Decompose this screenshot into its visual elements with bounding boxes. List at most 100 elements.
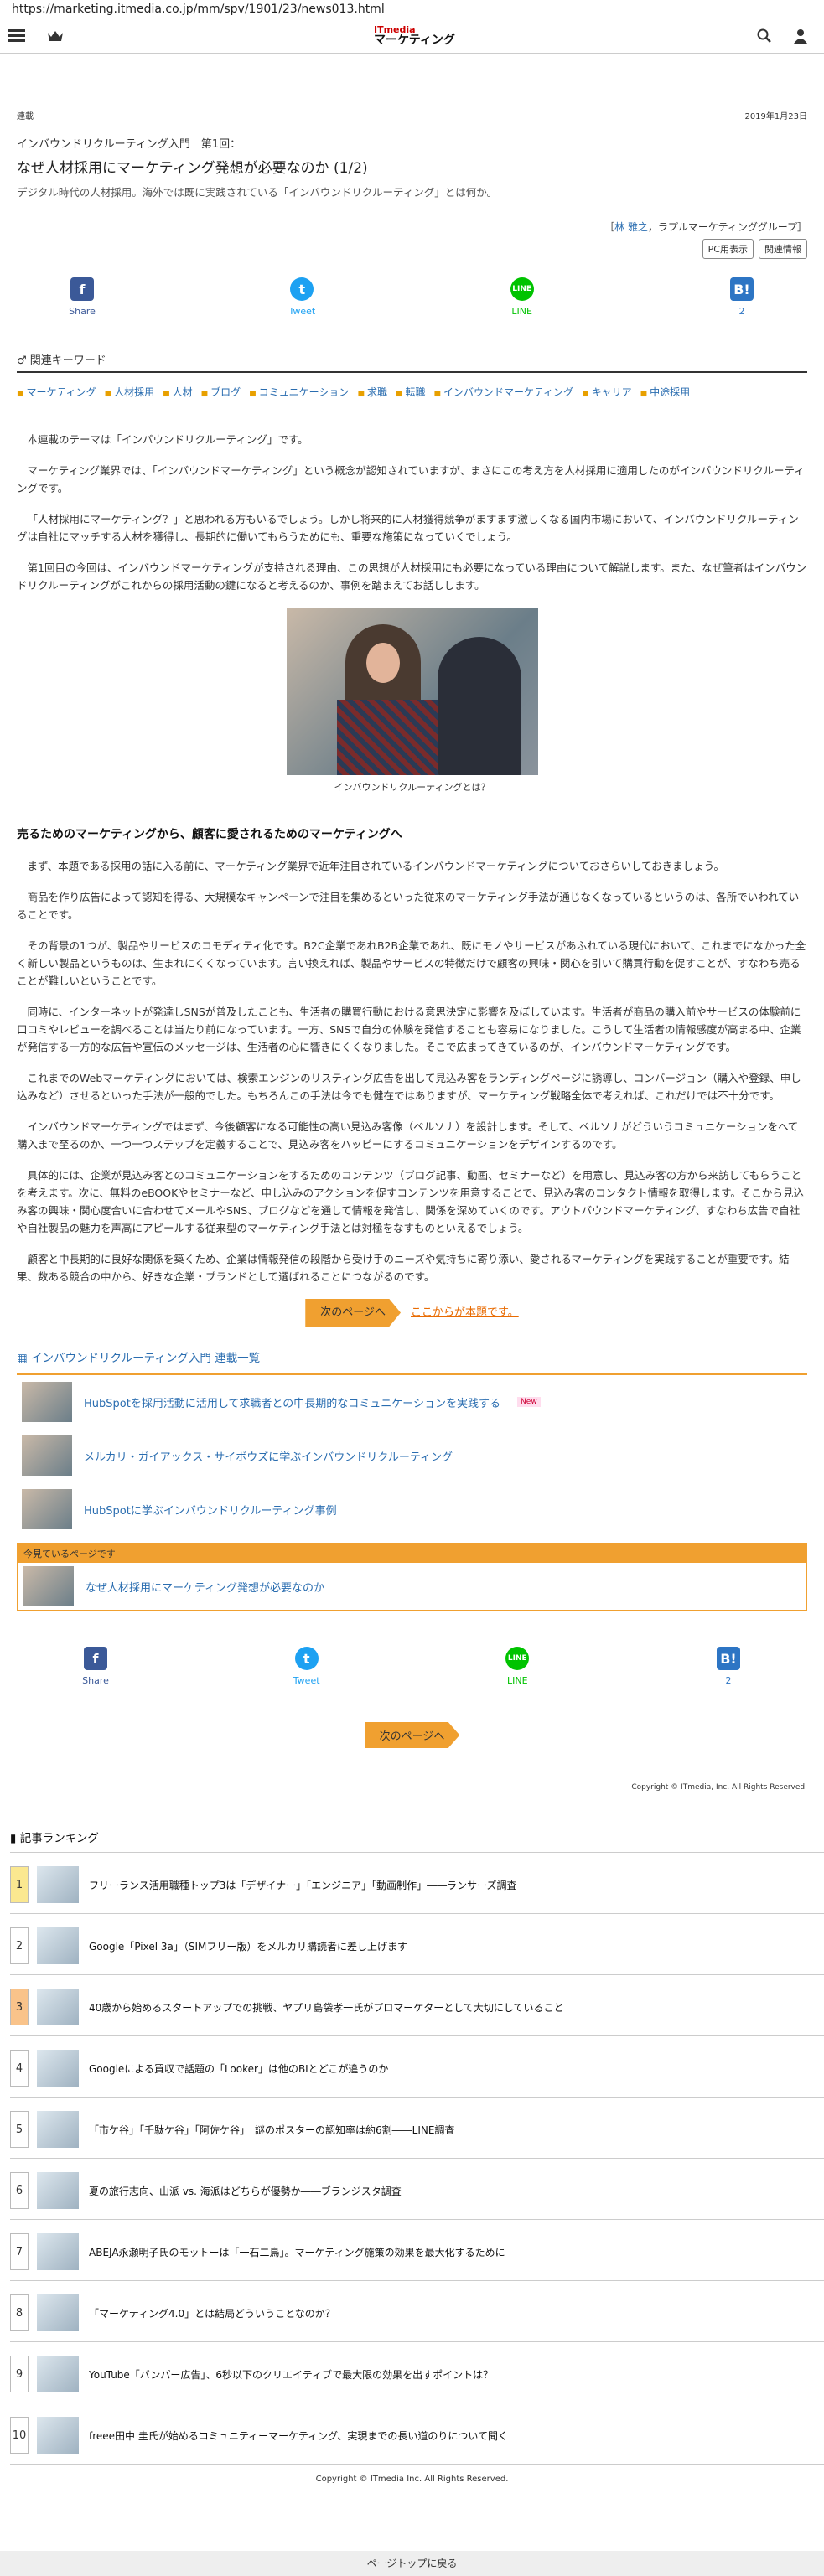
series-item[interactable]: HubSpotに学ぶインバウンドリクルーティング事例 [17, 1482, 807, 1536]
user-icon[interactable] [793, 28, 808, 47]
hatena-share[interactable]: B! 2 [712, 1647, 745, 1707]
rank-number: 8 [10, 2294, 29, 2331]
crown-icon[interactable] [47, 29, 64, 46]
facebook-share[interactable]: f Share [65, 277, 99, 338]
thumbnail [37, 2294, 79, 2331]
author-link[interactable]: 林 雅之 [614, 221, 648, 233]
pc-view-button[interactable]: PC用表示 [702, 239, 754, 259]
paragraph: インバウンドマーケティングではまず、今後顧客になる可能性の高い見込み客像（ペルソ… [17, 1120, 799, 1151]
category-label: 連載 [17, 112, 34, 122]
keyword-link[interactable]: 人材 [163, 385, 193, 399]
thumbnail [37, 1866, 79, 1903]
keyword-link[interactable]: 中途採用 [640, 385, 690, 399]
thumbnail [22, 1382, 72, 1422]
ranking-item[interactable]: 7 ABEJA永瀬明子氏のモットーは「一石二鳥」。マーケティング施策の効果を最大化… [10, 2220, 824, 2281]
facebook-share[interactable]: f Share [79, 1647, 112, 1707]
twitter-icon: t [294, 1647, 319, 1670]
current-label: 今見ているページです [18, 1544, 806, 1563]
line-share[interactable]: LINE LINE [505, 277, 539, 338]
thumbnail [23, 1566, 74, 1606]
article-subtitle: デジタル時代の人材採用。海外では既に実践されている「インバウンドリクルーティング… [17, 186, 498, 199]
hatena-icon: B! [716, 1647, 740, 1670]
keyword-link[interactable]: ブログ [201, 385, 241, 399]
line-icon: LINE [505, 1647, 530, 1670]
article-body: 本連載のテーマは「インバウンドリクルーティング」です。 マーケティング業界では、… [17, 431, 807, 1327]
ranking-item[interactable]: 5 「市ケ谷」「千駄ケ谷」「阿佐ケ谷」 謎のポスターの認知率は約6割――LINE調… [10, 2098, 824, 2159]
article-title: なぜ人材採用にマーケティング発想が必要なのか (1/2) [17, 160, 368, 177]
ranking-item[interactable]: 1 フリーランス活用職種トップ3は「デザイナー」「エンジニア」「動画制作」――ラン… [10, 1853, 824, 1914]
new-badge: New [517, 1397, 541, 1407]
hatena-share[interactable]: B! 2 [725, 277, 759, 338]
keyword-list: マーケティング 人材採用 人材 ブログ コミュニケーション 求職 転職 インバウ… [17, 385, 807, 399]
publish-date: 2019年1月23日 [744, 112, 807, 122]
next-page-button[interactable]: 次のページへ [305, 1299, 402, 1327]
rank-number: 3 [10, 1989, 29, 2025]
paragraph: マーケティング業界では、「インバウンドマーケティング」という概念が認知されていま… [17, 464, 805, 494]
series-label: インバウンドリクルーティング入門 第1回： [17, 138, 241, 151]
thumbnail [37, 2172, 79, 2209]
photo-caption: インバウンドリクルーティングとは？ [334, 782, 490, 793]
thumbnail [37, 1927, 79, 1964]
twitter-share[interactable]: t Tweet [290, 1647, 324, 1707]
thumbnail [37, 1989, 79, 2025]
ranking-item[interactable]: 6 夏の旅行志向、山派 vs. 海派はどちらが優勢か――ブランジスタ調査 [10, 2159, 824, 2220]
ranking-item[interactable]: 9 YouTube「バンパー広告」、6秒以下のクリエイティブで最大限の効果を出すポ… [10, 2342, 824, 2403]
keyword-link[interactable]: 転職 [396, 385, 425, 399]
rank-number: 5 [10, 2111, 29, 2148]
ranking-item[interactable]: 3 40歳から始めるスタートアップでの挑戦、ヤプリ島袋孝一氏がプロマーケターとして… [10, 1975, 824, 2036]
rank-number: 9 [10, 2356, 29, 2392]
paragraph: 顧客と中長期的に良好な関係を築くため、企業は情報発信の段階から受け手のニーズや気… [17, 1253, 790, 1283]
series-item[interactable]: メルカリ・ガイアックス・サイボウズに学ぶインバウンドリクルーティング [17, 1429, 807, 1482]
thumbnail [37, 2356, 79, 2392]
list-icon: ▦ [17, 1352, 32, 1365]
series-item[interactable]: HubSpotを採用活動に活用して求職者との中長期的なコミュニケーションを実践す… [17, 1375, 807, 1429]
next-page-button-bottom[interactable]: 次のページへ [364, 1722, 460, 1748]
paragraph: 「人材採用にマーケティング？」と思われる方もいるでしょう。しかし将来的に人材獲得… [17, 513, 799, 543]
search-icon[interactable] [757, 28, 772, 47]
keyword-link[interactable]: インバウンドマーケティング [434, 385, 573, 399]
series-list: ▦ インバウンドリクルーティング入門 連載一覧 HubSpotを採用活動に活用し… [17, 1348, 807, 1611]
ranking-item[interactable]: 4 Googleによる買収で話題の「Looker」は他のBIとどこが違うのか [10, 2036, 824, 2098]
ranking-item[interactable]: 8 「マーケティング4.0」とは結局どういうことなのか？ [10, 2281, 824, 2342]
twitter-share[interactable]: t Tweet [285, 277, 319, 338]
next-page-link[interactable]: ここからが本題です。 [411, 1304, 519, 1322]
share-bar-bottom: f Share t Tweet LINE LINE B! 2 [0, 1647, 824, 1707]
site-logo[interactable]: ITmedia マーケティング [374, 25, 455, 46]
thumbnail [22, 1489, 72, 1529]
thumbnail [37, 2050, 79, 2087]
author-line: ［林 雅之，ラプルマーケティンググループ］ [604, 221, 807, 233]
rank-number: 1 [10, 1866, 29, 1903]
keyword-link[interactable]: 人材採用 [105, 385, 154, 399]
thumbnail [37, 2233, 79, 2270]
tag-icon: ♂ [17, 354, 30, 367]
share-bar: f Share t Tweet LINE LINE B! 2 [0, 277, 824, 338]
thumbnail [37, 2111, 79, 2148]
paragraph: 具体的には、企業が見込み客とのコミュニケーションをするためのコンテンツ（ブログ記… [17, 1169, 804, 1234]
paragraph: 本連載のテーマは「インバウンドリクルーティング」です。 [27, 433, 308, 446]
ranking-item[interactable]: 2 Google「Pixel 3a」（SIMフリー版）をメルカリ購読者に差し上げま… [10, 1914, 824, 1975]
line-share[interactable]: LINE LINE [500, 1647, 534, 1707]
ranking-item[interactable]: 10 freee田中 圭氏が始めるコミュニティーマーケティング、実現までの長い道の… [10, 2403, 824, 2465]
keyword-link[interactable]: コミュニケーション [249, 385, 350, 399]
keyword-link[interactable]: マーケティング [17, 385, 96, 399]
twitter-icon: t [290, 277, 314, 301]
paragraph: 商品を作り広告によって認知を得る、大規模なキャンペーンで注目を集めるといった従来… [17, 891, 800, 921]
rank-number: 2 [10, 1927, 29, 1964]
logo-bottom: マーケティング [374, 34, 455, 47]
related-info-button[interactable]: 関連情報 [759, 239, 807, 259]
menu-icon[interactable] [8, 29, 25, 43]
paragraph: まず、本題である採用の話に入る前に、マーケティング業界で近年注目されているインバ… [27, 860, 725, 872]
chart-icon: ▮ [10, 1832, 20, 1845]
rank-number: 7 [10, 2233, 29, 2270]
paragraph: 同時に、インターネットが発達しSNSが普及したことも、生活者の購買行動における意… [17, 1006, 801, 1053]
ranking-heading: ▮ 記事ランキング [10, 1829, 824, 1853]
paragraph: これまでのWebマーケティングにおいては、検索エンジンのリスティング広告を出して… [17, 1072, 801, 1102]
series-item-current[interactable]: なぜ人材採用にマーケティング発想が必要なのか [18, 1563, 806, 1610]
keyword-link[interactable]: 求職 [357, 385, 387, 399]
rank-number: 10 [10, 2417, 29, 2454]
keyword-link[interactable]: キャリア [582, 385, 632, 399]
page-top-button[interactable]: ページトップに戻る [0, 2551, 824, 2576]
keywords-heading: ♂ 関連キーワード [17, 351, 807, 373]
paragraph: 第1回目の今回は、インバウンドマーケティングが支持される理由、この思想が人材採用… [17, 561, 807, 592]
rank-number: 6 [10, 2172, 29, 2209]
